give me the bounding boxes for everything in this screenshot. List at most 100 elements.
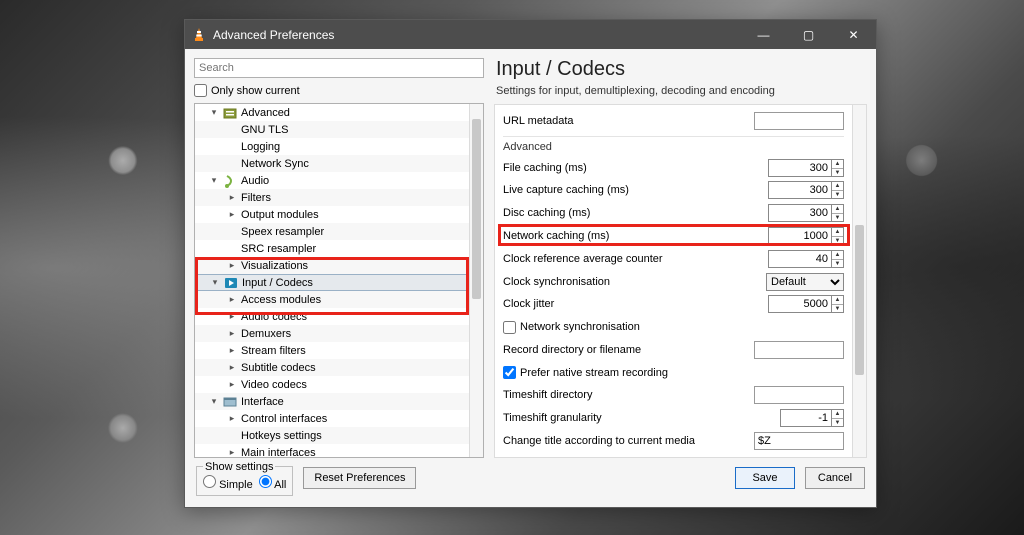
- tree-item-label: Speex resampler: [241, 226, 324, 238]
- record-directory-label: Record directory or filename: [503, 344, 754, 356]
- section-title: Input / Codecs: [494, 58, 867, 85]
- preferences-tree: ▾Advanced GNU TLS Logging Network Sync ▾ Audi…: [194, 103, 484, 458]
- reset-preferences-button[interactable]: Reset Preferences: [303, 467, 416, 489]
- show-all-radio[interactable]: All: [259, 475, 287, 491]
- url-metadata-label: URL metadata: [503, 115, 754, 127]
- clock-avg-spinner[interactable]: ▲▼: [768, 250, 844, 268]
- tree-item[interactable]: SRC resampler: [195, 240, 469, 257]
- tree-item[interactable]: ▸Subtitle codecs: [195, 359, 469, 376]
- chevron-icon: ▾: [209, 396, 219, 407]
- tree-item-label: Filters: [241, 192, 271, 204]
- properties-scrollbar[interactable]: [852, 105, 866, 457]
- audio-icon: [223, 174, 237, 188]
- file-caching-label: File caching (ms): [503, 162, 768, 174]
- tree-item-label: Visualizations: [241, 260, 308, 272]
- tree-item-label: Output modules: [241, 209, 319, 221]
- maximize-button[interactable]: ▢: [786, 20, 831, 49]
- network-caching-spinner[interactable]: ▲▼: [768, 227, 844, 245]
- input-icon: [224, 276, 238, 290]
- properties-panel: URL metadata Advanced File caching (ms) …: [494, 104, 867, 458]
- advanced-preferences-dialog: Advanced Preferences — ▢ ✕ Only show cur…: [184, 19, 877, 508]
- tree-item-label: Stream filters: [241, 345, 306, 357]
- tree-item[interactable]: ▸Video codecs: [195, 376, 469, 393]
- tree-scroll-thumb[interactable]: [472, 119, 481, 299]
- minimize-button[interactable]: —: [741, 20, 786, 49]
- timeshift-dir-field[interactable]: [754, 386, 844, 404]
- tree-item[interactable]: ▸Stream filters: [195, 342, 469, 359]
- network-sync-checkbox[interactable]: Network synchronisation: [503, 321, 640, 334]
- spin-up-icon: ▲: [832, 160, 843, 169]
- tree-item[interactable]: Network Sync: [195, 155, 469, 172]
- tree-item-label: Network Sync: [241, 158, 309, 170]
- show-simple-radio[interactable]: Simple: [203, 475, 253, 491]
- clock-avg-label: Clock reference average counter: [503, 253, 768, 265]
- window-title: Advanced Preferences: [213, 28, 741, 42]
- tree-item[interactable]: ▸ Audio codecs: [195, 308, 469, 325]
- tree-item[interactable]: ▸ Control interfaces: [195, 410, 469, 427]
- tree-item-label: Subtitle codecs: [241, 362, 316, 374]
- tree-item-label: Interface: [241, 396, 284, 408]
- tree-item[interactable]: ▸Access modules: [195, 291, 469, 308]
- tree-item[interactable]: Logging: [195, 138, 469, 155]
- clock-jitter-spinner[interactable]: ▲▼: [768, 295, 844, 313]
- chevron-icon: ▸: [227, 209, 237, 220]
- tree-category[interactable]: ▾Input / Codecs: [195, 274, 469, 291]
- chevron-icon: ▾: [209, 107, 219, 118]
- close-button[interactable]: ✕: [831, 20, 876, 49]
- tree-item[interactable]: ▸ Filters: [195, 189, 469, 206]
- change-title-field[interactable]: [754, 432, 844, 450]
- prefer-native-checkbox[interactable]: Prefer native stream recording: [503, 366, 668, 379]
- tree-item[interactable]: ▸Main interfaces: [195, 444, 469, 457]
- tree-item-label: GNU TLS: [241, 124, 288, 136]
- timeshift-gran-spinner[interactable]: ▲▼: [780, 409, 844, 427]
- tree-item-label: Demuxers: [241, 328, 291, 340]
- tree-item-label: Control interfaces: [241, 413, 327, 425]
- chevron-icon: ▸: [227, 192, 237, 203]
- tree-item-label: Hotkeys settings: [241, 430, 322, 442]
- url-metadata-field[interactable]: [754, 112, 844, 130]
- tree-item-label: Audio: [241, 175, 269, 187]
- disc-caching-label: Disc caching (ms): [503, 207, 768, 219]
- save-button[interactable]: Save: [735, 467, 795, 489]
- tree-item-label: SRC resampler: [241, 243, 316, 255]
- section-subtitle: Settings for input, demultiplexing, deco…: [494, 85, 867, 104]
- chevron-icon: ▸: [227, 260, 237, 271]
- disc-caching-spinner[interactable]: ▲▼: [768, 204, 844, 222]
- tree-item[interactable]: ▸ Visualizations: [195, 257, 469, 274]
- tree-item-label: Main interfaces: [241, 447, 316, 458]
- chevron-icon: ▾: [209, 175, 219, 186]
- clock-sync-select[interactable]: Default: [766, 273, 844, 291]
- interface-icon: [223, 395, 237, 409]
- tree-item[interactable]: ▸ Demuxers: [195, 325, 469, 342]
- spin-down-icon: ▼: [832, 169, 843, 177]
- clock-jitter-label: Clock jitter: [503, 298, 768, 310]
- record-directory-field[interactable]: [754, 341, 844, 359]
- tree-item[interactable]: ▸ Output modules: [195, 206, 469, 223]
- tree-item-label: Audio codecs: [241, 311, 307, 323]
- chevron-icon: ▸: [227, 328, 237, 339]
- tree-category[interactable]: ▾ Audio: [195, 172, 469, 189]
- timeshift-dir-label: Timeshift directory: [503, 389, 754, 401]
- search-input[interactable]: [194, 58, 484, 78]
- live-caching-spinner[interactable]: ▲▼: [768, 181, 844, 199]
- tree-item[interactable]: Hotkeys settings: [195, 427, 469, 444]
- live-caching-label: Live capture caching (ms): [503, 184, 768, 196]
- file-caching-spinner[interactable]: ▲▼: [768, 159, 844, 177]
- properties-scroll-thumb[interactable]: [855, 225, 864, 375]
- timeshift-gran-label: Timeshift granularity: [503, 412, 780, 424]
- tree-category[interactable]: ▾Advanced: [195, 104, 469, 121]
- only-show-current-checkbox[interactable]: Only show current: [194, 84, 484, 97]
- tree-category[interactable]: ▾ Interface: [195, 393, 469, 410]
- tree-scrollbar[interactable]: [469, 104, 483, 457]
- advanced-group-heading: Advanced: [503, 136, 844, 155]
- cancel-button[interactable]: Cancel: [805, 467, 865, 489]
- tree-item-label: Input / Codecs: [242, 277, 313, 289]
- tree-item[interactable]: GNU TLS: [195, 121, 469, 138]
- network-caching-label: Network caching (ms): [503, 230, 768, 242]
- chevron-icon: ▸: [227, 413, 237, 424]
- clock-sync-label: Clock synchronisation: [503, 276, 766, 288]
- chevron-icon: ▸: [227, 311, 237, 322]
- left-panel: Only show current ▾Advanced GNU TLS Loggin…: [194, 58, 484, 458]
- right-panel: Input / Codecs Settings for input, demul…: [494, 58, 867, 458]
- tree-item[interactable]: Speex resampler: [195, 223, 469, 240]
